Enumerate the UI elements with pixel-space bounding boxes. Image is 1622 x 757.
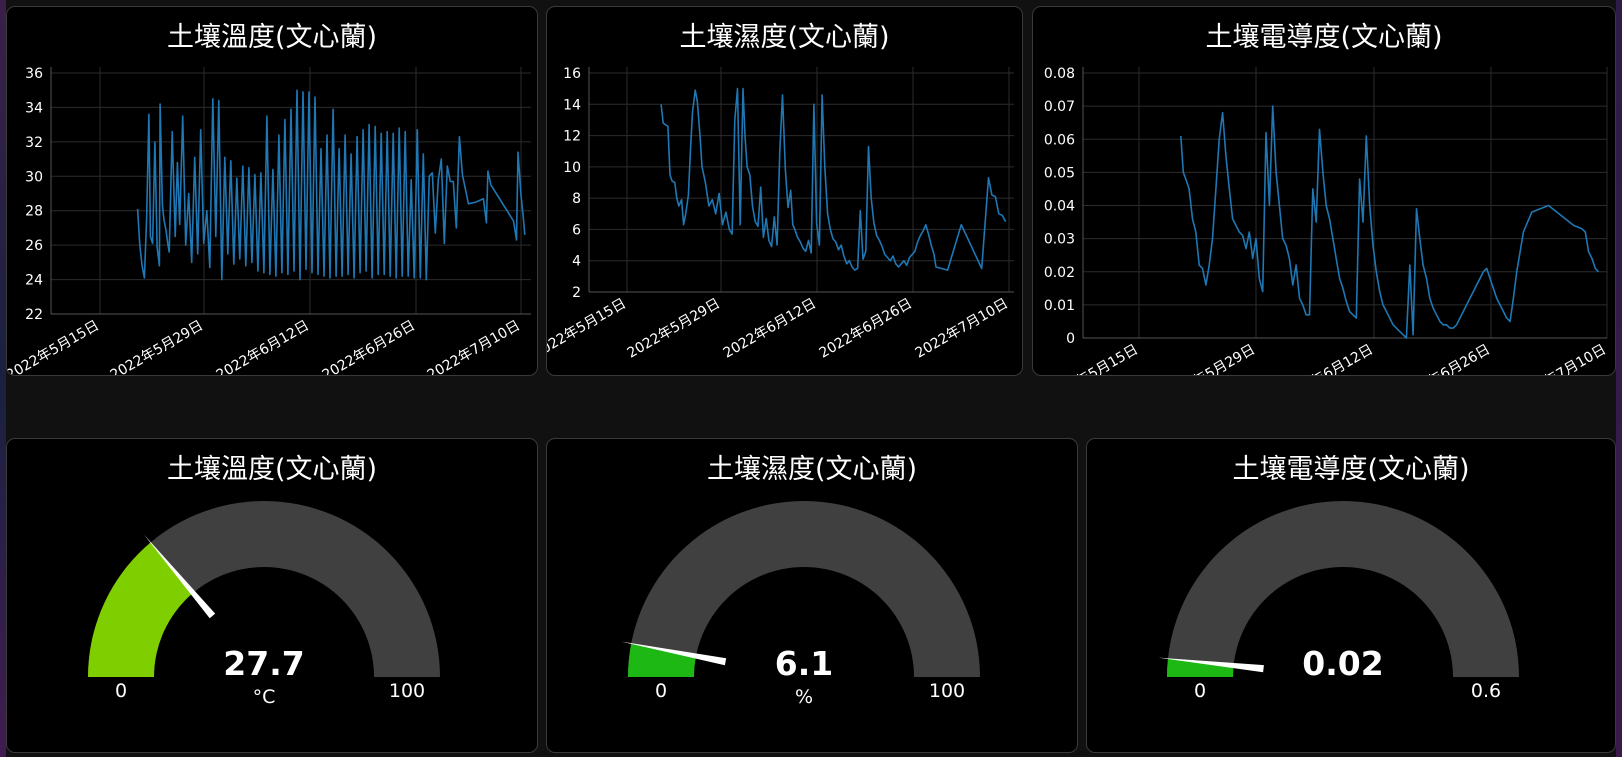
x-tick-label: 2022年5月29日 — [108, 318, 206, 376]
y-tick-label: 26 — [25, 238, 43, 254]
y-tick-label: 32 — [25, 135, 43, 151]
gauge-max-label: 0.6 — [1471, 680, 1501, 702]
x-tick-label: 2022年7月10日 — [913, 296, 1011, 362]
gauge-max-label: 100 — [389, 680, 425, 702]
y-tick-label: 34 — [25, 100, 43, 116]
y-tick-label: 0.04 — [1044, 199, 1075, 215]
series-line — [136, 89, 526, 281]
y-tick-label: 0.08 — [1044, 66, 1075, 82]
x-tick-label: 2022年6月26日 — [320, 318, 418, 376]
x-tick-label: 2022年5月29日 — [625, 296, 723, 362]
y-tick-label: 0.07 — [1044, 99, 1075, 115]
soil-moisture-gauge-card: 土壤濕度(文心蘭) 6.1% 0 100 — [546, 438, 1078, 753]
x-tick-label: 2022年7月10日 — [425, 318, 523, 376]
soil-moisture-chart-card: 土壤濕度(文心蘭) 2 4 6 8 10 12 14 16 2022年5月15日 2022年5月2… — [546, 6, 1023, 376]
y-tick-label: 0.03 — [1044, 232, 1075, 248]
soil-conductivity-chart-card: 土壤電導度(文心蘭) 0 0.01 0.02 0.03 0.04 0.05 0.06 0.07… — [1032, 6, 1616, 376]
soil-temperature-gauge: 27.7 °C 0 100 — [88, 500, 440, 708]
soil-moisture-line-chart: 2 4 6 8 10 12 14 16 2022年5月15日2022年5月29日2022年6月1… — [547, 66, 1014, 362]
x-tick-label: 2022年7月10日 — [1511, 342, 1609, 376]
gauge-value: 0.02 — [1302, 644, 1383, 683]
y-tick-label: 28 — [25, 204, 43, 220]
y-tick-label: 36 — [25, 66, 43, 82]
background-edge — [1616, 0, 1622, 757]
soil-temperature-line-chart: 22242628303234362022年5月15日 2022年5月29日 2022… — [7, 66, 531, 376]
y-tick-label: 24 — [25, 273, 43, 289]
soil-conductivity-line-chart: 0 0.01 0.02 0.03 0.04 0.05 0.06 0.07 0.08 2022年5月… — [1043, 66, 1609, 376]
gauge-min-label: 0 — [655, 680, 667, 702]
y-tick-label: 22 — [25, 307, 43, 323]
y-tick-label: 12 — [563, 129, 581, 145]
x-tick-label: 2022年6月26日 — [1395, 342, 1493, 376]
gauge-min-label: 0 — [115, 680, 127, 702]
y-tick-label: 8 — [572, 191, 581, 207]
gauge-value: 6.1 — [775, 644, 833, 683]
soil-temperature-gauge-card: 土壤溫度(文心蘭) 27.7 °C 0 100 — [6, 438, 538, 753]
y-tick-label: 4 — [572, 254, 581, 270]
y-tick-label: 0 — [1066, 331, 1075, 347]
y-tick-label: 0.05 — [1044, 165, 1075, 181]
gauge-unit: % — [795, 686, 813, 708]
soil-temperature-chart-card: 土壤溫度(文心蘭) 22 24 26 28 30 32 34 36 2022年5月15日 2022… — [6, 6, 538, 376]
y-tick-label: 0.02 — [1044, 265, 1075, 281]
y-tick-label: 2 — [572, 285, 581, 301]
soil-conductivity-gauge-card: 土壤電導度(文心蘭) 0.02 0 0.6 — [1086, 438, 1616, 753]
gauge-value: 27.7 — [223, 644, 304, 683]
y-tick-label: 16 — [563, 66, 581, 82]
y-tick-label: 0.01 — [1044, 298, 1075, 314]
x-tick-label: 2022年5月15日 — [547, 296, 629, 362]
y-tick-label: 30 — [25, 169, 43, 185]
y-tick-label: 14 — [563, 97, 581, 113]
series-line — [1180, 105, 1600, 339]
x-tick-label: 2022年6月26日 — [817, 296, 915, 362]
gauge-max-label: 100 — [929, 680, 965, 702]
soil-conductivity-gauge: 0.02 0 0.6 — [1158, 500, 1519, 702]
x-tick-label: 2022年6月12日 — [214, 318, 312, 376]
y-tick-label: 10 — [563, 160, 581, 176]
x-tick-label: 2022年5月29日 — [1160, 342, 1258, 376]
y-tick-label: 6 — [572, 222, 581, 238]
y-tick-label: 0.06 — [1044, 132, 1075, 148]
gauge-min-label: 0 — [1194, 680, 1206, 702]
x-tick-label: 2022年5月15日 — [1043, 342, 1141, 376]
gauge-unit: °C — [253, 686, 276, 708]
soil-moisture-gauge: 6.1% 0 100 — [621, 500, 980, 708]
series-line — [660, 87, 1007, 271]
x-tick-label: 2022年5月15日 — [7, 318, 102, 376]
x-tick-label: 2022年6月12日 — [1278, 342, 1376, 376]
x-tick-label: 2022年6月12日 — [721, 296, 819, 362]
